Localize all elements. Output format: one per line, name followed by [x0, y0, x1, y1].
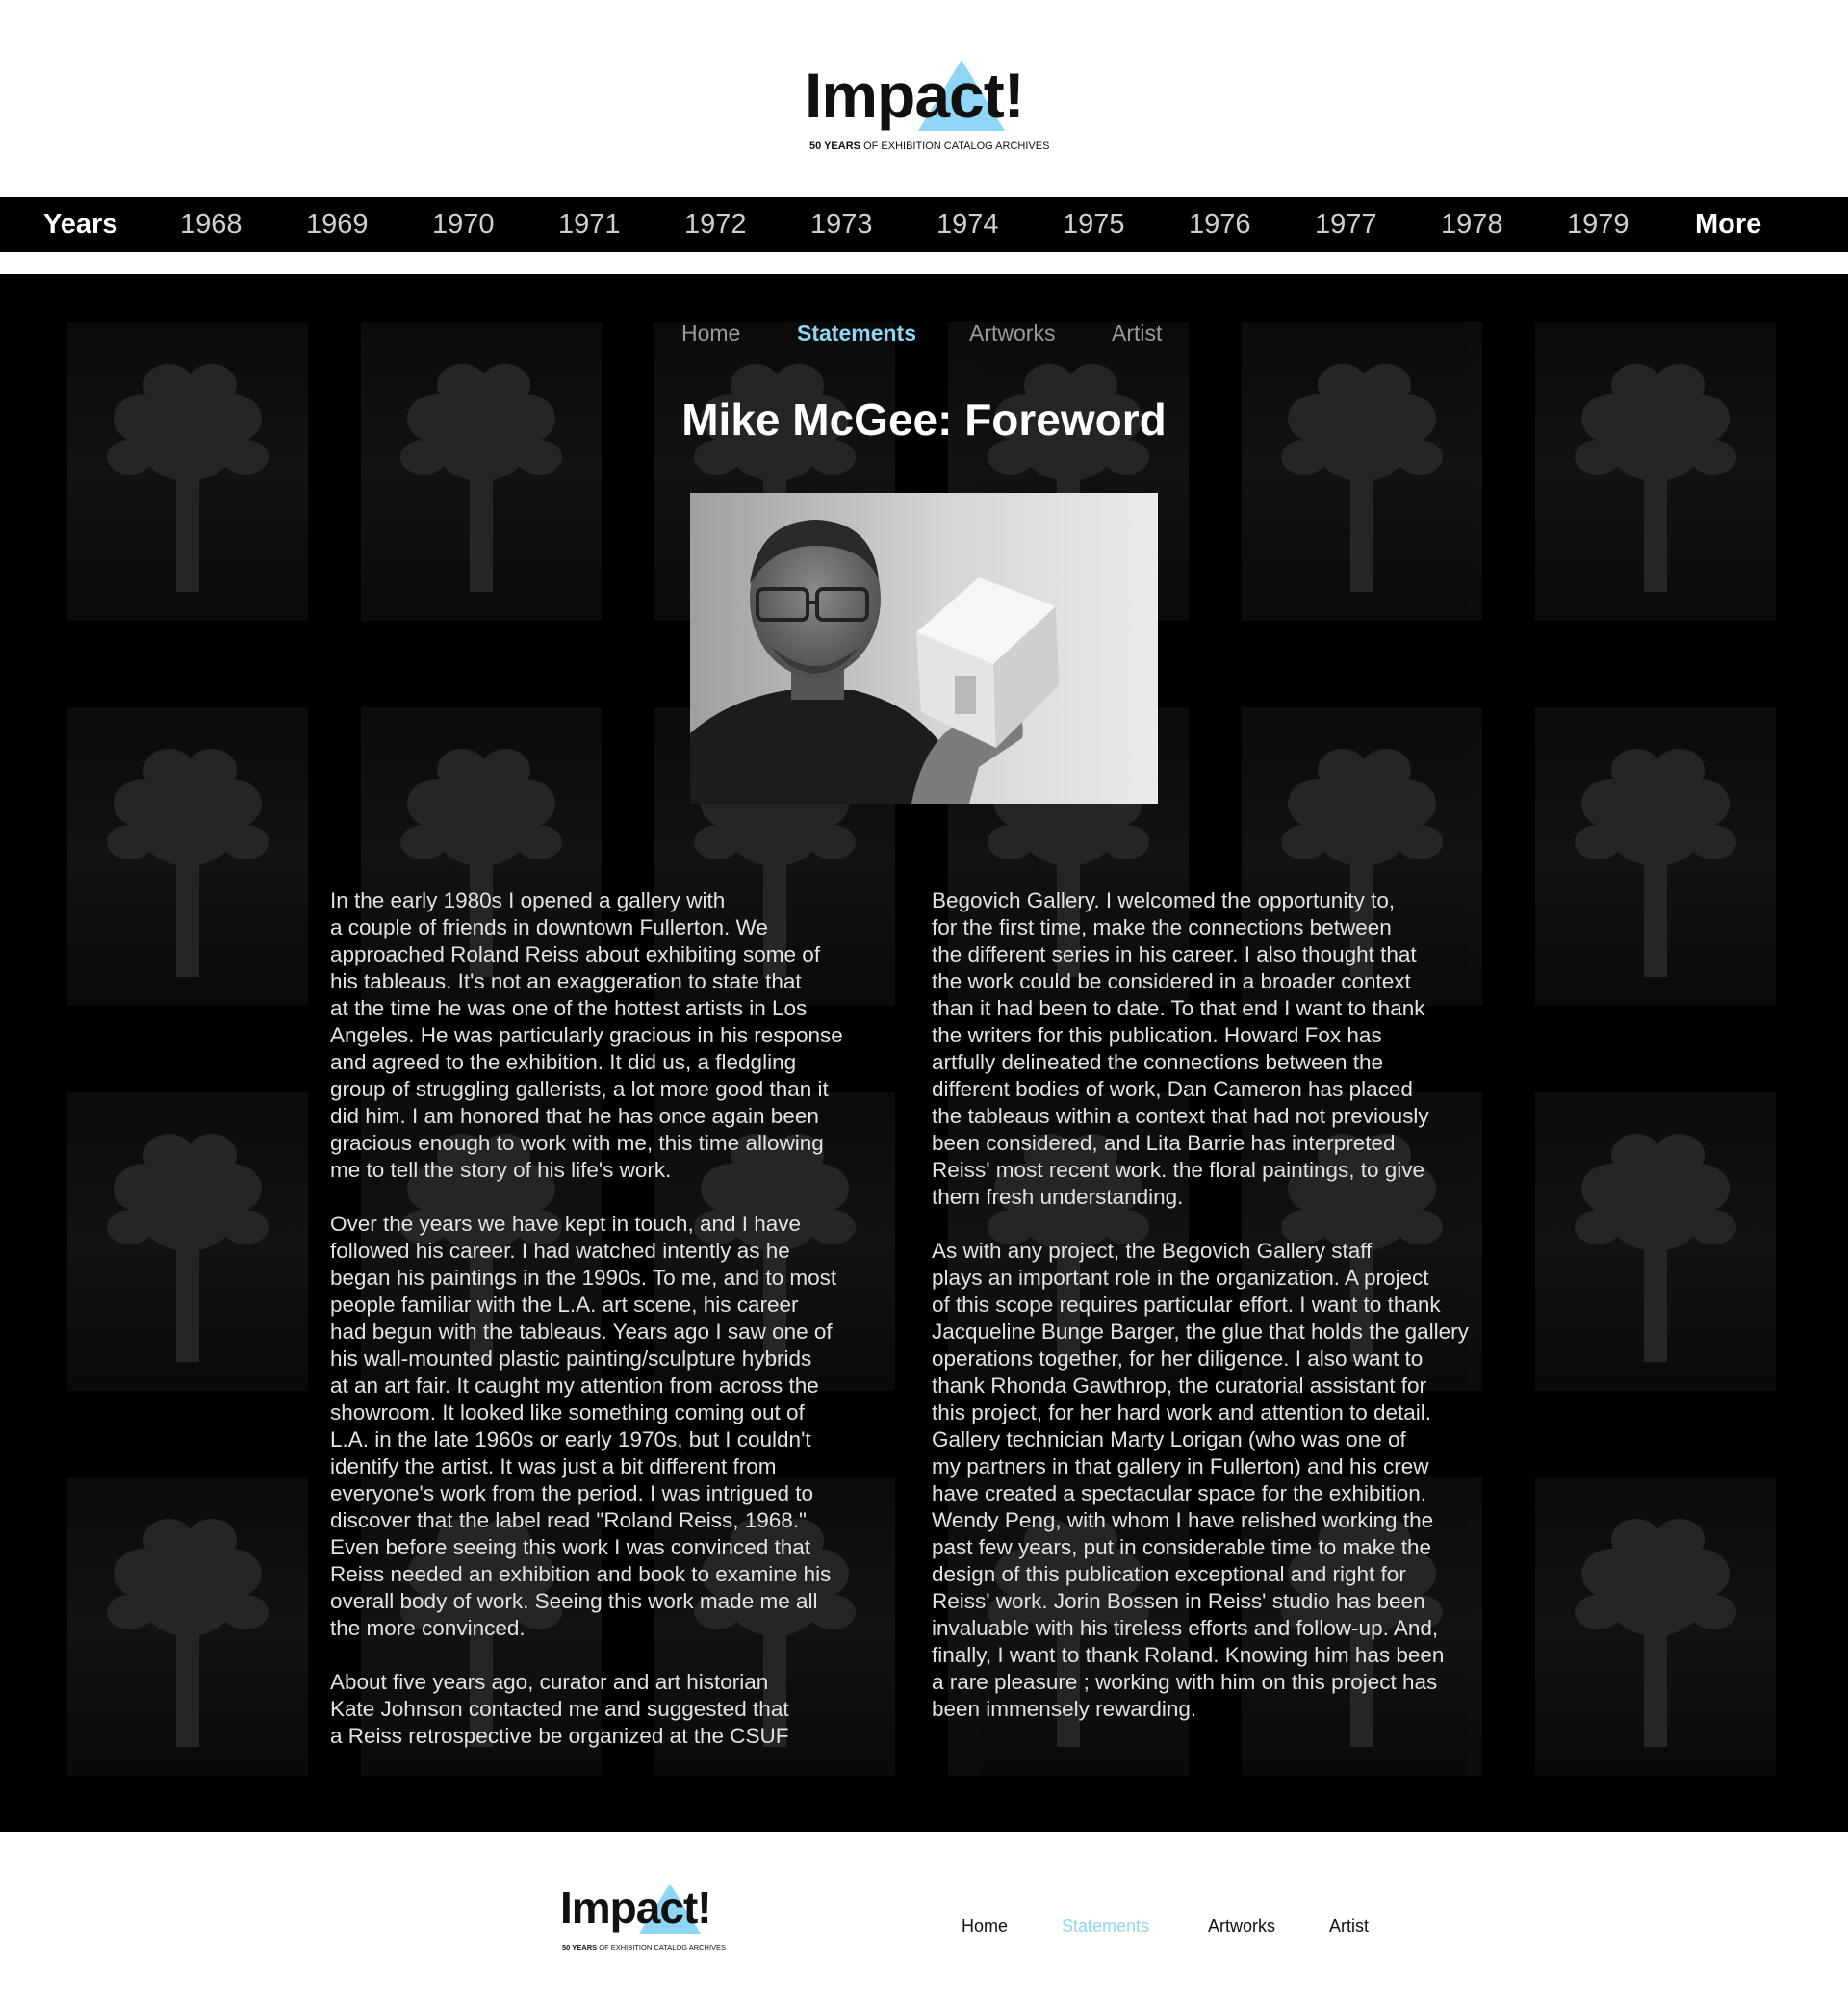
year-link-1974[interactable]: 1974: [937, 197, 999, 252]
paragraph: About five years ago, curator and art hi…: [330, 1670, 789, 1748]
page-title: Mike McGee: Foreword: [681, 395, 1167, 445]
author-portrait: [690, 493, 1158, 804]
year-link-1970[interactable]: 1970: [432, 197, 495, 252]
paragraph: Over the years we have kept in touch, an…: [330, 1212, 837, 1640]
site-logo[interactable]: Impact! 50 YEARS OF EXHIBITION CATALOG A…: [805, 58, 1049, 159]
section-nav-artworks[interactable]: Artworks: [969, 321, 1055, 346]
year-link-1971[interactable]: 1971: [558, 197, 621, 252]
floral-tile: [1535, 707, 1776, 1006]
site-footer: Impact! 50 YEARS OF EXHIBITION CATALOG A…: [0, 1832, 1848, 2001]
floral-tile: [67, 1092, 308, 1391]
section-nav: Home Statements Artworks Artist: [0, 321, 1848, 359]
more-years-link[interactable]: More: [1695, 197, 1761, 252]
logo-tagline-strong: 50 YEARS: [809, 141, 860, 152]
footer-logo-tagline-strong: 50 YEARS: [562, 1943, 598, 1952]
footer-logo-tagline-rest: OF EXHIBITION CATALOG ARCHIVES: [599, 1943, 727, 1952]
body-column-right: Begovich Gallery. I welcomed the opportu…: [932, 887, 1509, 1750]
section-nav-statements[interactable]: Statements: [797, 321, 916, 346]
footer-nav-artist[interactable]: Artist: [1329, 1916, 1369, 1937]
floral-tile: [67, 707, 308, 1006]
portrait-photo-icon: [690, 520, 1059, 804]
paragraph: Begovich Gallery. I welcomed the opportu…: [932, 888, 1429, 1209]
years-nav: Years 1968 1969 1970 1971 1972 1973 1974…: [0, 197, 1848, 252]
footer-logo-wordmark: Impact!: [560, 1883, 712, 1933]
site-header: Impact! 50 YEARS OF EXHIBITION CATALOG A…: [0, 0, 1848, 197]
footer-nav-statements[interactable]: Statements: [1062, 1916, 1149, 1937]
floral-tile: [67, 322, 308, 621]
section-nav-artist[interactable]: Artist: [1112, 321, 1162, 346]
section-nav-home[interactable]: Home: [681, 321, 740, 346]
logo-tagline: 50 YEARS OF EXHIBITION CATALOG ARCHIVES: [809, 141, 1049, 152]
footer-nav-home[interactable]: Home: [962, 1916, 1008, 1937]
year-link-1973[interactable]: 1973: [810, 197, 873, 252]
floral-tile: [1535, 1092, 1776, 1391]
footer-logo[interactable]: Impact! 50 YEARS OF EXHIBITION CATALOG A…: [560, 1882, 733, 1959]
year-link-1979[interactable]: 1979: [1567, 197, 1630, 252]
floral-tile: [1242, 322, 1482, 621]
main-content: Home Statements Artworks Artist Mike McG…: [0, 274, 1848, 1832]
year-link-1968[interactable]: 1968: [180, 197, 243, 252]
year-link-1977[interactable]: 1977: [1315, 197, 1377, 252]
years-nav-label[interactable]: Years: [43, 197, 117, 252]
year-link-1972[interactable]: 1972: [684, 197, 747, 252]
body-column-left: In the early 1980s I opened a gallery wi…: [330, 887, 908, 1777]
logo-tagline-rest: OF EXHIBITION CATALOG ARCHIVES: [863, 141, 1050, 152]
floral-tile: [1535, 322, 1776, 621]
logo-wordmark: Impact!: [805, 60, 1025, 131]
footer-nav-artworks[interactable]: Artworks: [1208, 1916, 1275, 1937]
footer-logo-tagline: 50 YEARS OF EXHIBITION CATALOG ARCHIVES: [562, 1943, 726, 1952]
paragraph: As with any project, the Begovich Galler…: [932, 1239, 1469, 1721]
year-link-1978[interactable]: 1978: [1441, 197, 1503, 252]
year-link-1975[interactable]: 1975: [1063, 197, 1125, 252]
floral-tile: [361, 322, 602, 621]
year-link-1969[interactable]: 1969: [306, 197, 369, 252]
paragraph: In the early 1980s I opened a gallery wi…: [330, 888, 843, 1182]
year-link-1976[interactable]: 1976: [1189, 197, 1251, 252]
floral-tile: [67, 1477, 308, 1776]
floral-tile: [1535, 1477, 1776, 1776]
